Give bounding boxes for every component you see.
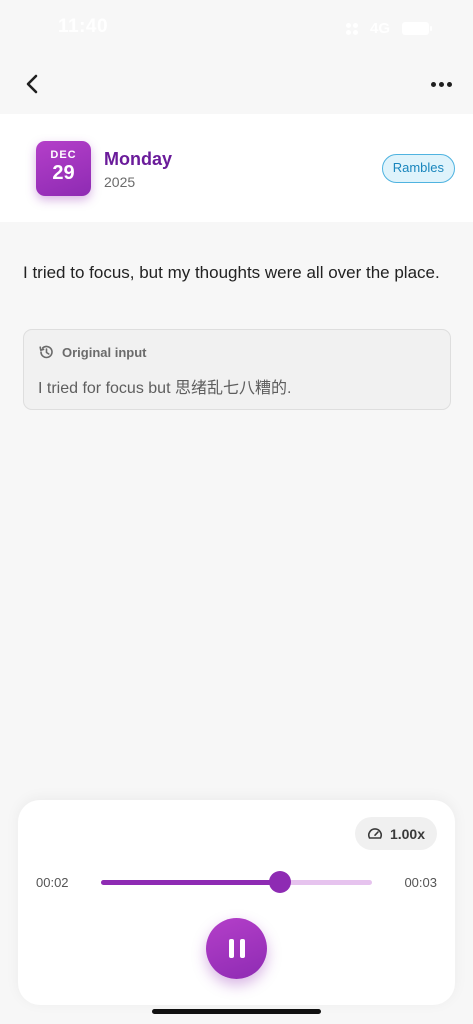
more-dot — [446, 81, 452, 87]
original-input-text: I tried for focus but 思绪乱七八糟的. — [38, 380, 292, 397]
back-button[interactable] — [16, 68, 48, 100]
original-input-box: Original input I tried for focus but 思绪乱… — [23, 329, 451, 410]
progress-thumb[interactable] — [268, 871, 291, 893]
progress-fill — [101, 880, 280, 885]
signal-icon — [345, 22, 358, 35]
date-month: DEC — [50, 149, 77, 161]
original-input-header: Original input — [38, 344, 147, 360]
home-indicator — [152, 1009, 321, 1014]
weekday-label: Monday — [104, 149, 173, 169]
more-dot — [438, 81, 444, 87]
status-time: 11:40 — [58, 16, 109, 37]
playback-speed-button[interactable]: 1.00x — [354, 817, 437, 850]
entry-text: I tried to focus, but my thoughts were a… — [23, 263, 440, 282]
status-indicators: 4G — [345, 20, 432, 37]
progress-slider[interactable] — [101, 871, 372, 893]
audio-player: 1.00x 00:02 00:03 — [18, 800, 455, 1005]
speed-label: 1.00x — [389, 825, 425, 842]
history-icon — [39, 345, 53, 359]
current-time: 00:02 — [36, 875, 69, 890]
gauge-icon — [368, 827, 382, 839]
nav-bar — [0, 60, 473, 106]
category-tag[interactable]: Rambles — [381, 154, 455, 183]
pause-button[interactable] — [206, 918, 267, 979]
entry-header: DEC 29 Monday 2025 Rambles — [0, 114, 473, 222]
network-label: 4G — [369, 20, 390, 37]
original-input-title: Original input — [62, 344, 147, 360]
battery-icon — [402, 22, 432, 35]
pause-icon — [228, 939, 234, 958]
more-options-button[interactable] — [423, 68, 459, 100]
more-dot — [430, 81, 436, 87]
year-label: 2025 — [104, 174, 136, 190]
journal-entry-screen: 11:40 4G DEC 29 Monday 2025 Rambles I tr… — [0, 0, 473, 1024]
date-badge: DEC 29 — [36, 141, 91, 196]
pause-icon — [239, 939, 245, 958]
status-bar: 11:40 4G — [0, 0, 473, 56]
chevron-left-icon — [26, 74, 38, 94]
total-time: 00:03 — [404, 875, 437, 890]
date-day: 29 — [52, 162, 75, 184]
